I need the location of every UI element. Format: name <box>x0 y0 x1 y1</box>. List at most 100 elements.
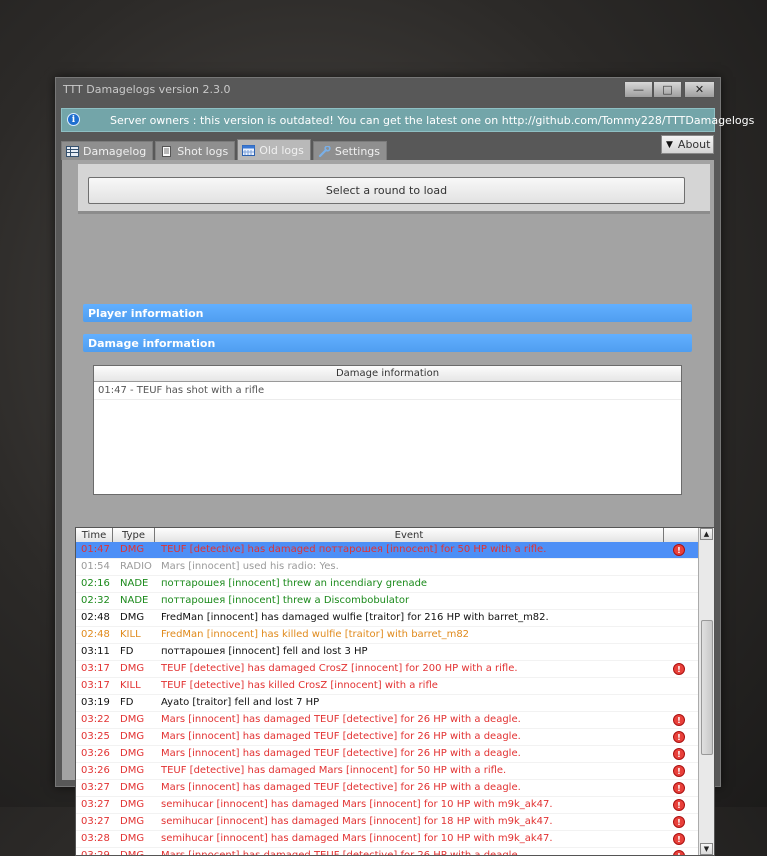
log-type: DMG <box>120 663 145 674</box>
log-row[interactable]: 03:29 DMG Mars [innocent] has damaged TEUF… <box>76 848 698 856</box>
tab-bar: Damagelog Shot logs Old logs Settings <box>61 139 389 160</box>
log-row[interactable]: 03:22 DMG Mars [innocent] has damaged TEUF… <box>76 712 698 729</box>
scroll-down-button[interactable]: ▼ <box>700 843 713 855</box>
log-event: поттарошея [innocent] threw an incendiar… <box>161 578 428 589</box>
damage-information-header[interactable]: Damage information <box>83 334 692 352</box>
damage-information-list: Damage information 01:47 - TEUF has shot… <box>93 365 682 495</box>
log-row[interactable]: 03:27 DMG semihucar [innocent] has damaged… <box>76 797 698 814</box>
maximize-icon: □ <box>662 83 673 96</box>
column-event[interactable]: Event <box>155 528 664 542</box>
log-row[interactable]: 01:47 DMG TEUF [detective] has damaged пот… <box>76 542 698 559</box>
outdated-notice: i Server owners : this version is outdat… <box>61 108 754 132</box>
log-type: DMG <box>120 765 145 776</box>
warning-icon: ! <box>673 748 685 760</box>
log-row[interactable]: 02:16 NADE поттарошея [innocent] threw an … <box>76 576 698 593</box>
minimize-button[interactable]: — <box>624 81 653 98</box>
tab-settings[interactable]: Settings <box>312 141 388 160</box>
log-row[interactable]: 03:17 KILL TEUF [detective] has killed Cro… <box>76 678 698 695</box>
log-row[interactable]: 03:19 FD Ayato [traitor] fell and lost 7 H… <box>76 695 698 712</box>
log-time: 02:16 <box>81 578 110 589</box>
damagelogs-window: TTT Damagelogs version 2.3.0 — □ ✕ i Ser… <box>55 77 754 856</box>
log-event: поттарошея [innocent] threw a Discombobu… <box>161 595 410 606</box>
log-type: DMG <box>120 782 145 793</box>
log-time: 03:26 <box>81 748 110 759</box>
log-row[interactable]: 03:27 DMG semihucar [innocent] has damaged… <box>76 814 698 831</box>
log-type: DMG <box>120 799 145 810</box>
column-type[interactable]: Type <box>113 528 155 542</box>
tab-old-logs[interactable]: Old logs <box>237 139 311 160</box>
log-time: 03:19 <box>81 697 110 708</box>
log-time: 03:28 <box>81 833 110 844</box>
log-type: DMG <box>120 612 145 623</box>
log-type: DMG <box>120 850 145 856</box>
tab-label: Settings <box>334 144 381 158</box>
log-row[interactable]: 02:32 NADE поттарошея [innocent] threw a D… <box>76 593 698 610</box>
caret-down-icon: ▼ <box>666 139 673 150</box>
warning-icon: ! <box>673 544 685 556</box>
log-time: 03:29 <box>81 850 110 856</box>
log-time: 03:25 <box>81 731 110 742</box>
calendar-icon <box>242 144 256 156</box>
log-type: FD <box>120 646 134 657</box>
log-row[interactable]: 03:26 DMG TEUF [detective] has damaged Mar… <box>76 763 698 780</box>
minimize-icon: — <box>633 83 644 96</box>
log-type: KILL <box>120 629 141 640</box>
damage-information-column-header[interactable]: Damage information <box>94 366 681 382</box>
player-information-header[interactable]: Player information <box>83 304 692 322</box>
log-time: 03:17 <box>81 680 110 691</box>
round-select-area: Select a round to load <box>78 164 710 214</box>
log-time: 01:47 <box>81 544 110 555</box>
log-row[interactable]: 03:11 FD поттарошея [innocent] fell and lo… <box>76 644 698 661</box>
column-icon <box>664 528 698 542</box>
tab-damagelog[interactable]: Damagelog <box>61 141 154 160</box>
scroll-thumb[interactable] <box>701 620 713 755</box>
damage-information-line[interactable]: 01:47 - TEUF has shot with a rifle <box>94 382 681 400</box>
arrow-down-icon: ▼ <box>703 845 710 853</box>
log-time: 02:48 <box>81 629 110 640</box>
log-row[interactable]: 01:54 RADIO Mars [innocent] used his radio… <box>76 559 698 576</box>
select-round-button[interactable]: Select a round to load <box>88 177 685 204</box>
log-row[interactable]: 03:27 DMG Mars [innocent] has damaged TEUF… <box>76 780 698 797</box>
log-type: KILL <box>120 680 141 691</box>
info-icon: i <box>67 113 80 126</box>
warning-icon: ! <box>673 731 685 743</box>
log-time: 02:48 <box>81 612 110 623</box>
log-rows: 01:47 DMG TEUF [detective] has damaged пот… <box>76 542 698 856</box>
about-button[interactable]: ▼ About <box>661 135 714 154</box>
log-row[interactable]: 03:28 DMG semihucar [innocent] has damaged… <box>76 831 698 848</box>
log-type: DMG <box>120 748 145 759</box>
about-label: About <box>677 138 711 151</box>
log-type: DMG <box>120 731 145 742</box>
scroll-up-button[interactable]: ▲ <box>700 528 713 540</box>
log-row[interactable]: 03:17 DMG TEUF [detective] has damaged Cro… <box>76 661 698 678</box>
warning-icon: ! <box>673 850 685 855</box>
document-icon <box>162 145 172 157</box>
log-event: Mars [innocent] has damaged TEUF [detect… <box>161 850 521 856</box>
title-bar[interactable]: TTT Damagelogs version 2.3.0 — □ ✕ <box>56 78 720 102</box>
log-event: Mars [innocent] used his radio: Yes. <box>161 561 339 572</box>
window-controls: — □ ✕ <box>624 81 715 98</box>
log-row[interactable]: 03:25 DMG Mars [innocent] has damaged TEUF… <box>76 729 698 746</box>
log-event: Mars [innocent] has damaged TEUF [detect… <box>161 748 521 759</box>
scrollbar[interactable]: ▲ ▼ <box>698 528 714 855</box>
column-time[interactable]: Time <box>76 528 113 542</box>
log-row[interactable]: 02:48 KILL FredMan [innocent] has killed w… <box>76 627 698 644</box>
log-row[interactable]: 02:48 DMG FredMan [innocent] has damaged w… <box>76 610 698 627</box>
log-event: TEUF [detective] has damaged поттарошея … <box>161 544 547 555</box>
log-row[interactable]: 03:26 DMG Mars [innocent] has damaged TEUF… <box>76 746 698 763</box>
tab-shot-logs[interactable]: Shot logs <box>155 141 236 160</box>
log-type: DMG <box>120 816 145 827</box>
log-type: NADE <box>120 595 149 606</box>
log-type: DMG <box>120 833 145 844</box>
log-event: Mars [innocent] has damaged TEUF [detect… <box>161 731 521 742</box>
table-icon <box>66 145 79 157</box>
tab-label: Shot logs <box>177 144 229 158</box>
log-time: 03:27 <box>81 816 110 827</box>
log-event: Mars [innocent] has damaged TEUF [detect… <box>161 782 521 793</box>
close-button[interactable]: ✕ <box>684 81 715 98</box>
log-event: FredMan [innocent] has killed wulfie [tr… <box>161 629 470 640</box>
log-type: RADIO <box>120 561 152 572</box>
maximize-button[interactable]: □ <box>653 81 682 98</box>
arrow-up-icon: ▲ <box>703 530 710 538</box>
log-time: 03:27 <box>81 799 110 810</box>
